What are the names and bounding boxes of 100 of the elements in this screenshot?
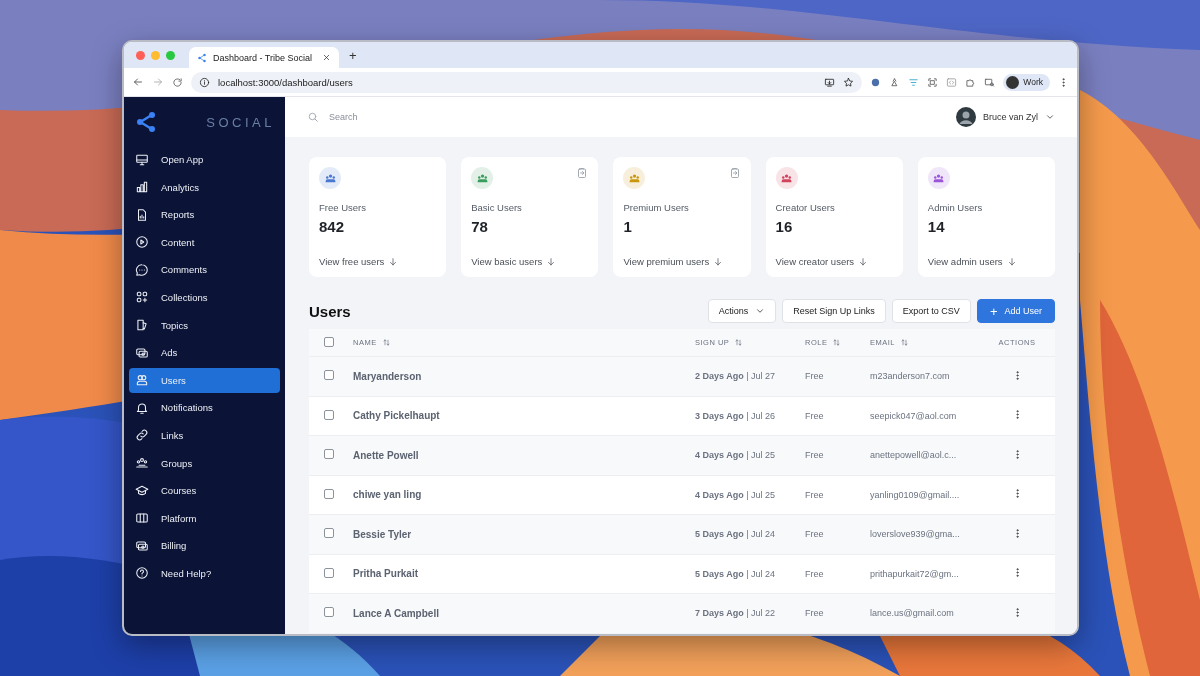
actions-dropdown[interactable]: Actions	[707, 299, 777, 323]
extension-icon[interactable]	[870, 76, 882, 88]
profile-button[interactable]: Work	[1003, 73, 1050, 91]
view-users-link[interactable]: View free users	[319, 256, 437, 267]
table-cell: 2 Days Ago | Jul 27	[695, 356, 805, 396]
help-icon	[135, 566, 149, 581]
stat-value: 14	[927, 218, 946, 235]
toolbar-button[interactable]: Export to CSV	[891, 299, 971, 323]
sidebar-item[interactable]: Content	[129, 229, 280, 255]
document-icon	[135, 207, 149, 222]
sidebar-item[interactable]: Platform	[129, 505, 280, 531]
select-all-checkbox[interactable]	[324, 336, 334, 347]
user-menu[interactable]: Bruce van Zyl	[955, 107, 1055, 127]
sidebar-item[interactable]: Courses	[129, 478, 280, 504]
reload-icon[interactable]	[172, 76, 183, 88]
address-bar[interactable]: localhost:3000/dashboard/users	[191, 71, 863, 93]
search-field[interactable]: Search	[327, 111, 481, 123]
sidebar-item[interactable]: Billing	[129, 533, 280, 559]
ads-icon	[135, 345, 149, 360]
arrow-down-icon	[713, 256, 724, 267]
stat-label: Free Users	[319, 202, 367, 213]
chevron-down-icon	[755, 306, 766, 316]
sidebar-item[interactable]: Analytics	[129, 174, 280, 200]
table-cell: Anette Powell	[353, 435, 695, 475]
monitor-icon	[135, 152, 149, 167]
view-users-link[interactable]: View premium users	[623, 256, 741, 267]
stat-label: Premium Users	[623, 202, 690, 213]
table-cell: Bessie Tyler	[353, 514, 695, 554]
sidebar-item[interactable]: Open App	[129, 147, 280, 172]
row-checkbox[interactable]	[324, 370, 334, 381]
sidebar-item[interactable]: Ads	[129, 340, 280, 366]
stat-value: 842	[319, 218, 346, 235]
sidebar-item[interactable]: Groups	[129, 450, 280, 476]
sidebar-item[interactable]: Comments	[129, 257, 280, 283]
row-checkbox[interactable]	[324, 488, 334, 499]
row-checkbox[interactable]	[324, 409, 334, 420]
filter-icon[interactable]	[908, 76, 920, 88]
grid-icon	[135, 290, 149, 305]
table-cell: Free	[805, 356, 870, 396]
row-checkbox[interactable]	[324, 567, 334, 578]
table-cell: Free	[805, 593, 870, 633]
table-cell: m23anderson7.com	[870, 356, 987, 396]
new-tab-button[interactable]: +	[345, 47, 361, 63]
stat-label: Basic Users	[471, 202, 523, 213]
chat-bubble-icon	[135, 262, 149, 277]
cast-icon[interactable]	[824, 76, 836, 88]
stat-label: Creator Users	[775, 202, 836, 213]
row-checkbox[interactable]	[324, 449, 334, 460]
sidebar-item[interactable]: Notifications	[129, 395, 280, 421]
bell-icon	[135, 400, 149, 415]
screenshot-icon[interactable]	[927, 76, 939, 88]
view-users-link[interactable]: View basic users	[471, 256, 589, 267]
share-icon	[134, 110, 158, 134]
zoom-button[interactable]	[166, 50, 175, 60]
table-cell: lance.us@gmail.com	[870, 593, 987, 633]
logo-text: SOCIAL	[206, 114, 275, 130]
reading-list-icon[interactable]	[984, 76, 996, 88]
table-cell: Maryanderson	[353, 356, 695, 396]
clipboard-icon[interactable]	[728, 167, 741, 179]
table-cell: Free	[805, 435, 870, 475]
sidebar-item[interactable]: Links	[129, 422, 280, 448]
row-checkbox[interactable]	[324, 528, 334, 539]
row-checkbox[interactable]	[324, 607, 334, 618]
topic-icon	[135, 318, 149, 333]
chevron-down-icon	[1045, 112, 1055, 122]
table-cell: Free	[805, 514, 870, 554]
add-user-button[interactable]: + Add User	[976, 299, 1055, 323]
close-button[interactable]	[136, 50, 145, 60]
avatar-icon	[955, 107, 976, 127]
info-icon	[199, 76, 210, 88]
arrow-down-icon	[858, 256, 869, 267]
browser-tab[interactable]: Dashboard - Tribe Social	[189, 47, 339, 68]
table-cell: 5 Days Ago | Jul 24	[695, 514, 805, 554]
toolbar-button[interactable]: Reset Sign Up Links	[782, 299, 886, 323]
sidebar-item[interactable]: Users	[129, 367, 280, 393]
stat-value: 16	[775, 218, 794, 235]
money-icon	[135, 538, 149, 553]
columns-icon	[135, 511, 149, 526]
clipboard-icon[interactable]	[576, 167, 589, 179]
view-users-link[interactable]: View admin users	[927, 256, 1045, 267]
close-icon[interactable]	[322, 53, 331, 62]
sidebar-item[interactable]: Reports	[129, 202, 280, 228]
arrow-down-icon	[546, 256, 557, 267]
search-icon	[307, 111, 319, 123]
view-users-link[interactable]: View creator users	[775, 256, 893, 267]
sidebar-item[interactable]: Collections	[129, 284, 280, 310]
stat-value: 78	[471, 218, 489, 235]
table-cell: Lance A Campbell	[353, 593, 695, 633]
people-icon	[135, 373, 149, 388]
group-icon	[135, 456, 149, 471]
sidebar-item[interactable]: Topics	[129, 312, 280, 338]
back-arrow-icon[interactable]	[132, 76, 144, 88]
section-title: Users	[309, 302, 351, 320]
share-icon	[197, 52, 207, 63]
table-cell: anettepowell@aol.c...	[870, 435, 987, 475]
sidebar-item[interactable]: Need Help?	[129, 560, 280, 586]
stat-value: 1	[623, 218, 633, 235]
code-icon[interactable]	[946, 76, 958, 88]
link-icon	[135, 428, 149, 443]
star-icon[interactable]	[843, 76, 855, 88]
